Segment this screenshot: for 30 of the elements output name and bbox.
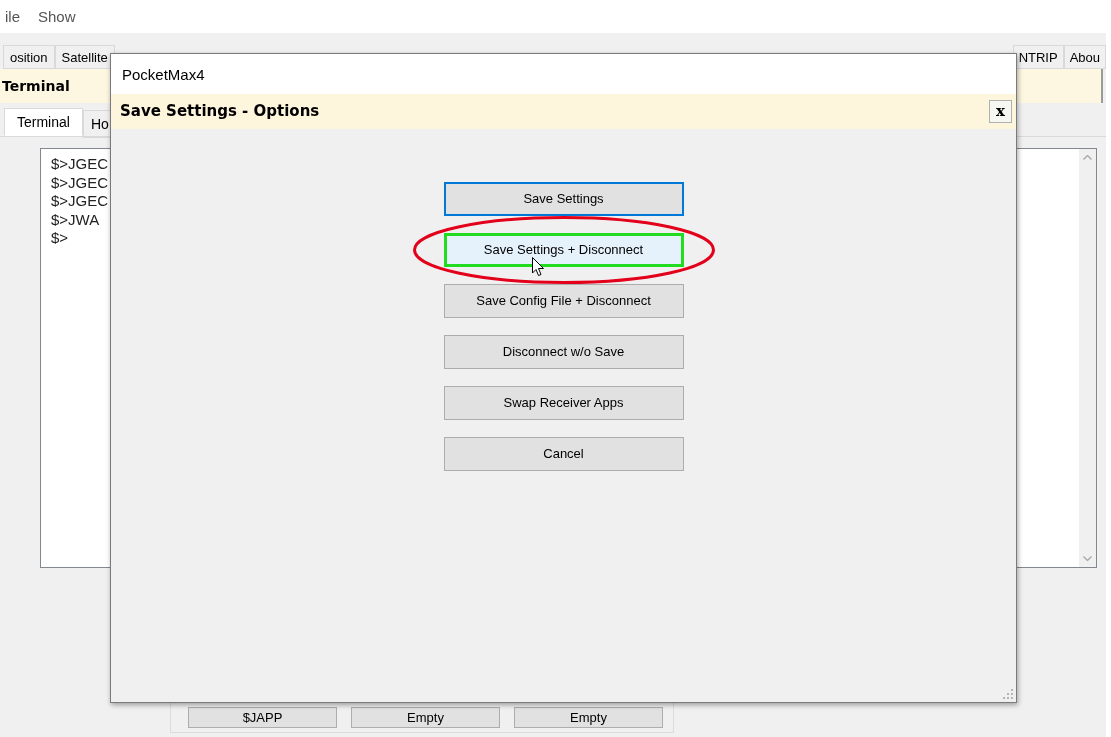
dialog-button[interactable]: Cancel	[443, 437, 684, 471]
menu-item[interactable]: Show	[38, 9, 76, 24]
dialog-button[interactable]: Disconnect w/o Save	[443, 335, 684, 369]
quick-command-button[interactable]: Empty	[351, 707, 500, 728]
dialog-header: Save Settings - Options	[120, 104, 320, 119]
chevron-up-icon[interactable]	[1083, 155, 1092, 160]
quick-command-button[interactable]: $JAPP	[188, 707, 337, 728]
quick-command-button[interactable]: Empty	[514, 707, 663, 728]
dialog-title: PocketMax4	[122, 66, 205, 82]
tab[interactable]: Satellite	[54, 45, 115, 69]
terminal-line: $>JWA	[51, 210, 100, 229]
terminal-line: $>JGEC	[51, 173, 109, 192]
mouse-cursor-icon	[531, 257, 544, 276]
tab[interactable]: osition	[3, 45, 55, 69]
tab[interactable]: NTRIP	[1012, 45, 1064, 69]
page-title: Terminal	[2, 79, 70, 93]
scrollbar[interactable]	[1079, 149, 1096, 567]
terminal-line: $>JGEC	[51, 192, 109, 211]
chevron-down-icon[interactable]	[1083, 556, 1092, 561]
tab[interactable]: Terminal	[4, 108, 83, 136]
terminal-line: $>JGEC	[51, 155, 109, 174]
dialog-button[interactable]: Save Config File + Disconnect	[443, 284, 684, 318]
terminal-line: $>	[51, 229, 69, 248]
menu-item[interactable]: ile	[5, 9, 20, 24]
tab[interactable]: Abou	[1063, 45, 1106, 69]
resize-grip-icon[interactable]	[1003, 689, 1013, 699]
dialog-button[interactable]: Swap Receiver Apps	[443, 386, 684, 420]
dialog-button[interactable]: Save Settings	[443, 182, 684, 216]
dialog-button[interactable]: Save Settings + Disconnect	[443, 233, 684, 267]
close-button[interactable]: x	[989, 100, 1012, 123]
